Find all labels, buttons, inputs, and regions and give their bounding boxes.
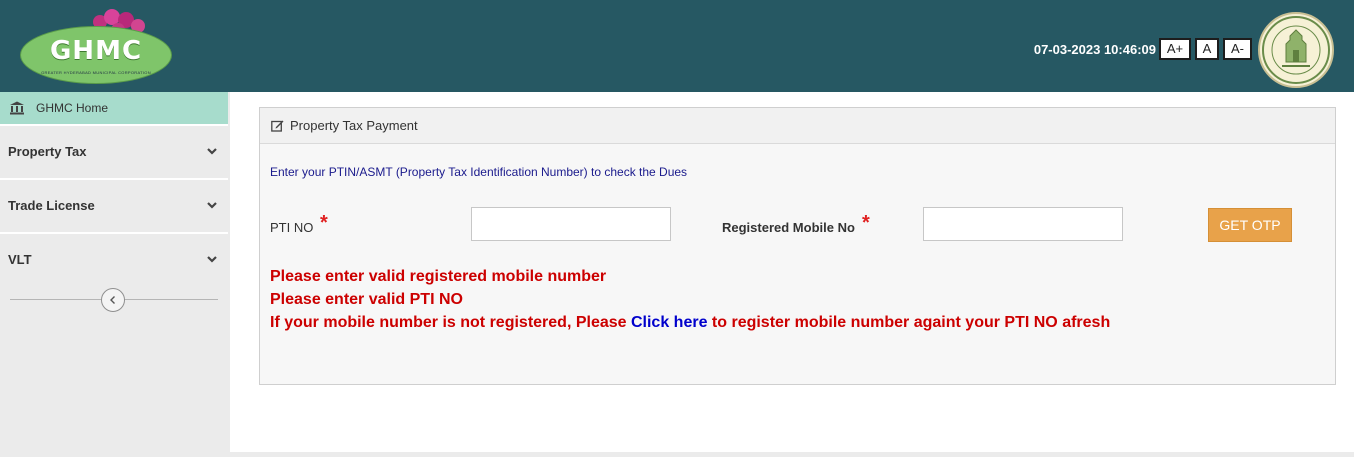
panel-header: Property Tax Payment: [260, 108, 1335, 144]
font-decrease-button[interactable]: A-: [1223, 38, 1252, 60]
datetime-display: 07-03-2023 10:46:09: [1033, 42, 1156, 57]
sidebar-item-property-tax[interactable]: Property Tax: [0, 124, 228, 176]
mobile-error-message: Please enter valid registered mobile num…: [270, 268, 607, 285]
font-reset-button[interactable]: A: [1195, 38, 1219, 60]
chevron-down-icon: [207, 148, 217, 155]
font-increase-button[interactable]: A+: [1159, 38, 1191, 60]
register-link[interactable]: Click here: [631, 314, 707, 331]
panel-title: Property Tax Payment: [290, 118, 418, 133]
sidebar: GHMC Home Property Tax Trade License VLT: [0, 92, 228, 457]
register-suffix: to register mobile number againt your PT…: [707, 314, 1111, 331]
logo-text: GHMC: [49, 36, 143, 66]
chevron-down-icon: [207, 202, 217, 209]
register-prefix: If your mobile number is not registered,…: [270, 314, 631, 331]
sidebar-item-home[interactable]: GHMC Home: [0, 92, 228, 124]
chevron-down-icon: [207, 256, 217, 263]
telangana-emblem: [1258, 12, 1334, 88]
pti-label: PTI NO: [270, 220, 314, 235]
sidebar-item-vlt[interactable]: VLT: [0, 232, 228, 284]
sidebar-collapse-button[interactable]: [101, 288, 125, 312]
sidebar-item-label: Trade License: [8, 197, 95, 213]
header-bar: GHMC GREATER HYDERABAD MUNICIPAL CORPORA…: [0, 0, 1354, 92]
info-text: Enter your PTIN/ASMT (Property Tax Ident…: [270, 165, 688, 179]
chevron-left-icon: [110, 296, 115, 304]
sidebar-item-label: Property Tax: [8, 143, 87, 159]
required-marker: *: [862, 212, 870, 234]
mobile-label: Registered Mobile No: [722, 220, 855, 235]
get-otp-button[interactable]: GET OTP: [1208, 208, 1292, 242]
pti-error-message: Please enter valid PTI NO: [270, 291, 463, 308]
register-message: If your mobile number is not registered,…: [270, 314, 1110, 332]
bank-icon: [10, 101, 24, 115]
emblem-icon: [1262, 16, 1330, 84]
pti-input[interactable]: [471, 207, 671, 241]
sidebar-item-label: GHMC Home: [36, 101, 109, 115]
sidebar-item-trade-license[interactable]: Trade License: [0, 178, 228, 230]
edit-icon: [271, 120, 284, 132]
sidebar-item-label: VLT: [8, 251, 32, 267]
logo-subtext: GREATER HYDERABAD MUNICIPAL CORPORATION: [41, 70, 151, 75]
mobile-input[interactable]: [923, 207, 1123, 241]
required-marker: *: [320, 212, 328, 234]
property-tax-panel: Property Tax Payment Enter your PTIN/ASM…: [259, 107, 1336, 385]
ghmc-logo[interactable]: GHMC GREATER HYDERABAD MUNICIPAL CORPORA…: [18, 8, 174, 84]
